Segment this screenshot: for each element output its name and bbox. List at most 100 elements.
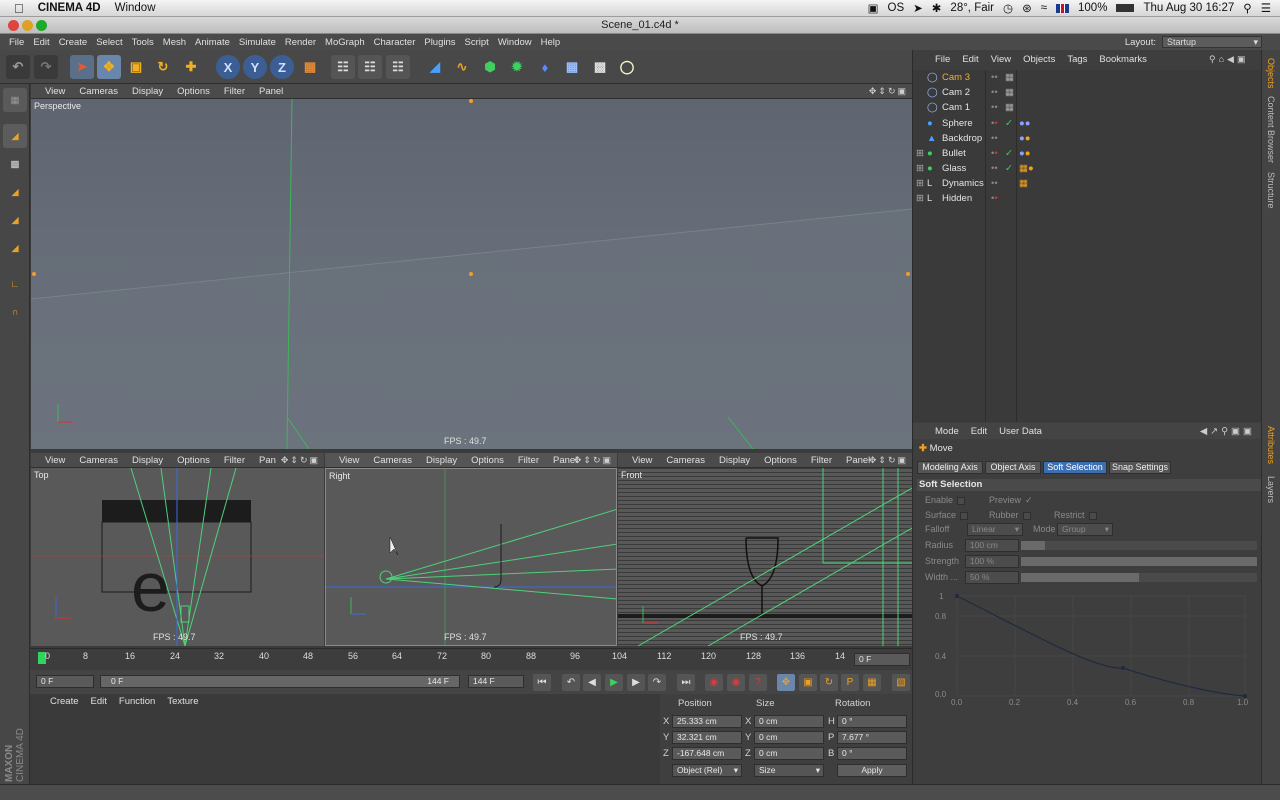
attr-nav-icons[interactable]: ◀↗⚲▣▣ [1200,426,1255,437]
pos-x-field[interactable]: 25.333 cm [672,715,742,728]
prev-keyframe-icon[interactable]: ↶ [562,674,580,691]
vp-front-display[interactable]: Display [719,455,750,466]
vp-top-display[interactable]: Display [132,455,163,466]
tab-content-browser[interactable]: Content Browser [1266,96,1276,163]
material-tag-icon[interactable]: ●● [1019,118,1030,129]
live-selection-icon[interactable]: ➤ [70,55,94,79]
camera-icon[interactable]: ▩ [588,55,612,79]
wifi-icon[interactable]: ≈ [1041,2,1047,14]
flag-icon[interactable] [1056,3,1070,13]
vp-top-filter[interactable]: Filter [224,455,245,466]
mat-menu-create[interactable]: Create [50,696,79,710]
visibility-dots-icon[interactable]: •• [991,133,998,144]
model-mode-icon[interactable]: ◢ [3,124,27,148]
rubber-option[interactable]: Rubber [989,510,1031,520]
zoom-window-button[interactable] [36,20,47,31]
size-z-field[interactable]: 0 cm [754,747,824,760]
next-frame-icon[interactable]: ▶ [627,674,645,691]
obj-menu-tags[interactable]: Tags [1067,54,1087,68]
visibility-dots-icon[interactable]: •• [991,148,998,159]
vp-front-panel[interactable]: Panel [846,455,870,466]
tag-icon[interactable]: ▦ [1005,72,1014,83]
next-keyframe-icon[interactable]: ↷ [648,674,666,691]
magnet-icon[interactable]: ∩ [3,300,27,324]
rot-b-field[interactable]: 0 ° [837,747,907,760]
texture-mode-icon[interactable]: ▩ [3,152,27,176]
apply-button[interactable]: Apply [837,764,907,777]
vp-menu-filter[interactable]: Filter [224,86,245,97]
viewport-nav-icons[interactable]: ✥⇕↻▣ [869,86,908,97]
vp-menu-options[interactable]: Options [177,86,210,97]
play-icon[interactable]: ▶ [605,674,623,691]
object-row-hidden[interactable]: ⊞ L Hidden •• [913,193,1261,208]
mat-menu-texture[interactable]: Texture [167,696,198,710]
vp-top-view[interactable]: View [45,455,65,466]
menu-edit[interactable]: Edit [33,37,49,48]
screen-record-icon[interactable]: ▣ [868,1,879,15]
visibility-dots-icon[interactable]: •• [991,72,998,83]
vp-right-display[interactable]: Display [426,455,457,466]
make-editable-icon[interactable]: ▦ [3,88,27,112]
coord-mode-select[interactable]: Object (Rel) ▾ [672,764,742,777]
notifications-icon[interactable]: ☰ [1261,1,1271,15]
tag-icon[interactable]: ▦ [1005,87,1014,98]
radius-slider[interactable] [1021,541,1257,550]
viewport-nav-icons[interactable]: ✥⇕↻▣ [574,455,613,466]
enable-option[interactable]: Enable [925,495,966,505]
start-frame-field[interactable]: 0 F [36,675,94,688]
key-scale-icon[interactable]: ▣ [799,674,817,691]
object-row-bullet[interactable]: ⊞ ● Bullet •• ✓ ●● [913,148,1261,163]
restrict-option[interactable]: Restrict [1054,510,1097,520]
menu-file[interactable]: File [9,37,24,48]
weather-status[interactable]: 28°, Fair [950,2,994,14]
key-position-icon[interactable]: ✥ [777,674,795,691]
vp-menu-display[interactable]: Display [132,86,163,97]
object-row-dynamics[interactable]: ⊞ L Dynamics •• ▦ [913,178,1261,193]
vp-right-cameras[interactable]: Cameras [373,455,412,466]
vp-menu-panel[interactable]: Panel [259,86,283,97]
enable-checkbox[interactable] [957,496,966,505]
perspective-viewport[interactable]: Perspective FPS : 49.7 [31,99,912,449]
menu-help[interactable]: Help [541,37,561,48]
axis-mode-icon[interactable]: ∟ [3,272,27,296]
polygons-mode-icon[interactable]: ◢ [3,236,27,260]
coordinate-system-icon[interactable]: ▦ [298,55,322,79]
viewport-nav-icons[interactable]: ✥⇕↻▣ [281,455,320,466]
size-y-field[interactable]: 0 cm [754,731,824,744]
check-icon[interactable]: ✓ [1005,148,1013,159]
goto-end-icon[interactable]: ⏭ [677,674,695,691]
size-x-field[interactable]: 0 cm [754,715,824,728]
strength-slider[interactable] [1021,557,1257,566]
vp-right-options[interactable]: Options [471,455,504,466]
vp-menu-cameras[interactable]: Cameras [79,86,118,97]
key-pla-icon[interactable]: ▦ [863,674,881,691]
width-slider[interactable] [1021,573,1257,582]
check-icon[interactable]: ✓ [1005,163,1013,174]
vp-menu-view[interactable]: View [45,86,65,97]
check-icon[interactable]: ✓ [1005,118,1013,129]
render-view-icon[interactable]: ☷ [331,55,355,79]
xpresso-tag-icon[interactable]: ▦ [1019,178,1028,189]
prev-frame-icon[interactable]: ◀ [583,674,601,691]
obj-menu-bookmarks[interactable]: Bookmarks [1099,54,1147,68]
preview-option[interactable]: Preview ✓ [989,495,1033,506]
expand-icon[interactable]: ⊞ [916,163,924,174]
redo-icon[interactable]: ↷ [34,55,58,79]
bluetooth-icon[interactable]: ✱ [932,1,942,15]
width-field[interactable]: 50 % [965,571,1019,584]
goto-start-icon[interactable]: ⏮ [533,674,551,691]
tab-soft-selection[interactable]: Soft Selection [1043,461,1107,474]
close-window-button[interactable] [8,20,19,31]
object-row-cam2[interactable]: ◯ Cam 2 •• ▦ [913,87,1261,102]
y-axis-lock-icon[interactable]: Y [243,55,267,79]
spotlight-icon[interactable]: ⚲ [1243,1,1251,15]
mat-menu-function[interactable]: Function [119,696,155,710]
visibility-dots-icon[interactable]: •• [991,102,998,113]
menu-render[interactable]: Render [285,37,316,48]
vp-right-filter[interactable]: Filter [518,455,539,466]
visibility-dots-icon[interactable]: •• [991,87,998,98]
x-axis-lock-icon[interactable]: X [216,55,240,79]
attr-menu-mode[interactable]: Mode [935,426,959,437]
vp-front-filter[interactable]: Filter [811,455,832,466]
obj-menu-view[interactable]: View [991,54,1011,68]
